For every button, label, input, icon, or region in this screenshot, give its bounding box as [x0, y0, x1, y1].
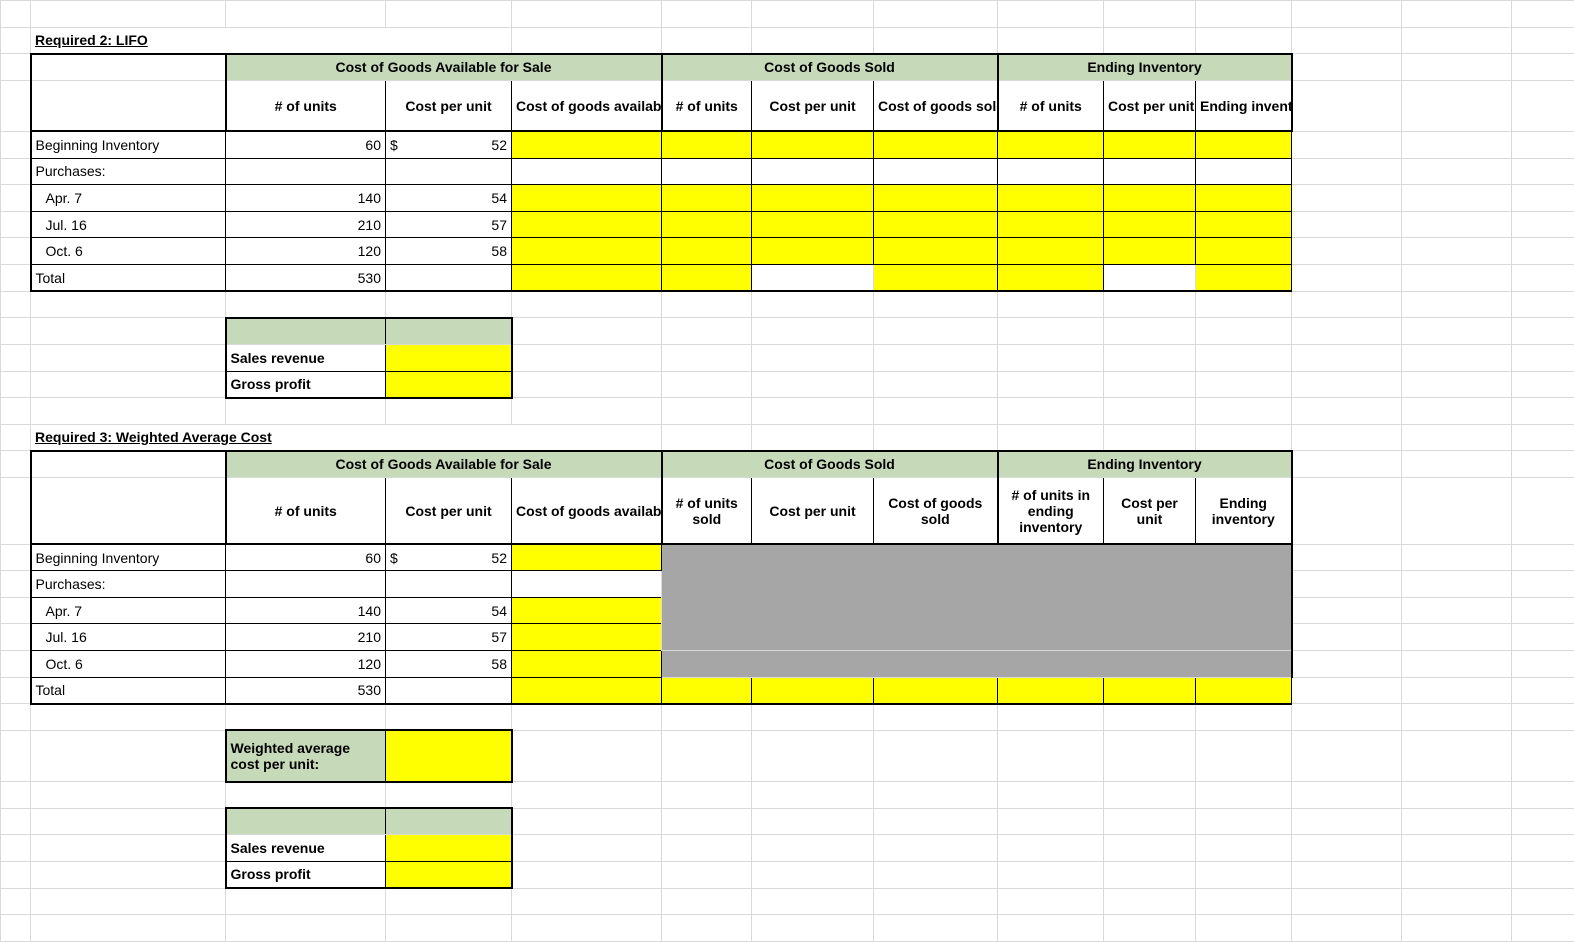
- grey-block: [662, 544, 1292, 651]
- sub-cpu: Cost per unit: [386, 80, 512, 131]
- row-begin-cogs-val[interactable]: [874, 131, 998, 158]
- sub3-cpu2: Cost per unit: [752, 478, 874, 545]
- row3-begin-units[interactable]: 60: [226, 544, 386, 571]
- sub-units2: # of units: [662, 80, 752, 131]
- wac-label: Weighted average cost per unit:: [226, 730, 386, 781]
- row-total-units[interactable]: 530: [226, 265, 386, 292]
- row-oct6-label: Oct. 6: [31, 238, 226, 265]
- row-apr7-units[interactable]: 140: [226, 185, 386, 212]
- sub-cpu3: Cost per unit: [1104, 80, 1196, 131]
- hdr-cogs: Cost of Goods Sold: [662, 54, 998, 81]
- sub3-cogafs-val: Cost of goods available for sale: [512, 478, 662, 545]
- sub3-units-sold: # of units sold: [662, 478, 752, 545]
- wac-value[interactable]: [386, 730, 512, 781]
- row-begin-label: Beginning Inventory: [31, 131, 226, 158]
- sales-revenue-value-3[interactable]: [386, 835, 512, 862]
- gross-profit-label-3: Gross profit: [226, 861, 386, 888]
- gross-profit-label: Gross profit: [226, 371, 386, 398]
- row-oct6-units[interactable]: 120: [226, 238, 386, 265]
- hdr3-cogafs: Cost of Goods Available for Sale: [226, 451, 662, 478]
- hdr-cogafs: Cost of Goods Available for Sale: [226, 54, 662, 81]
- row3-purch-label: Purchases:: [31, 571, 226, 598]
- hdr3-cogs: Cost of Goods Sold: [662, 451, 998, 478]
- revbox-hdr2: [386, 318, 512, 345]
- hdr3-ei: Ending Inventory: [998, 451, 1292, 478]
- sub-cogafs-val: Cost of goods available for sale: [512, 80, 662, 131]
- row-begin-cogs-cpu[interactable]: [752, 131, 874, 158]
- row-begin-ei-val[interactable]: [1196, 131, 1292, 158]
- row-begin-cogs-units[interactable]: [662, 131, 752, 158]
- gross-profit-value-3[interactable]: [386, 861, 512, 888]
- row3-total-label: Total: [31, 677, 226, 704]
- sub-cpu2: Cost per unit: [752, 80, 874, 131]
- section-title-lifo: Required 2: LIFO: [31, 27, 512, 54]
- row3-begin-cpu[interactable]: $52: [386, 544, 512, 571]
- spreadsheet-grid[interactable]: Required 2: LIFO Cost of Goods Available…: [0, 0, 1574, 942]
- row-total-label: Total: [31, 265, 226, 292]
- sub3-cpu3: Cost per unit: [1104, 478, 1196, 545]
- sub3-units: # of units: [226, 478, 386, 545]
- sales-revenue-value[interactable]: [386, 344, 512, 371]
- row-begin-ei-units[interactable]: [998, 131, 1104, 158]
- sales-revenue-label-3: Sales revenue: [226, 835, 386, 862]
- row-begin-ei-cpu[interactable]: [1104, 131, 1196, 158]
- row3-oct6-label: Oct. 6: [31, 651, 226, 678]
- sub3-ei-val: Ending inventory: [1196, 478, 1292, 545]
- sub-units3: # of units: [998, 80, 1104, 131]
- row-purchases-label: Purchases:: [31, 158, 226, 185]
- sub3-units-ei: # of units in ending inventory: [998, 478, 1104, 545]
- sub-ei-val: Ending inventory: [1196, 80, 1292, 131]
- row-begin-units[interactable]: 60: [226, 131, 386, 158]
- row-jul16-cpu[interactable]: 57: [386, 211, 512, 238]
- row-oct6-cpu[interactable]: 58: [386, 238, 512, 265]
- row-apr7-cpu[interactable]: 54: [386, 185, 512, 212]
- sub-cogs-val: Cost of goods sold: [874, 80, 998, 131]
- hdr-ei: Ending Inventory: [998, 54, 1292, 81]
- sub3-cogs-val: Cost of goods sold: [874, 478, 998, 545]
- section-title-wac: Required 3: Weighted Average Cost: [31, 424, 662, 451]
- row-apr7-label: Apr. 7: [31, 185, 226, 212]
- row-jul16-label: Jul. 16: [31, 211, 226, 238]
- sub-units: # of units: [226, 80, 386, 131]
- sales-revenue-label: Sales revenue: [226, 344, 386, 371]
- row-begin-cpu[interactable]: $52: [386, 131, 512, 158]
- row-jul16-units[interactable]: 210: [226, 211, 386, 238]
- gross-profit-value[interactable]: [386, 371, 512, 398]
- row-begin-cogafs[interactable]: [512, 131, 662, 158]
- row3-jul16-label: Jul. 16: [31, 624, 226, 651]
- row3-apr7-label: Apr. 7: [31, 597, 226, 624]
- revbox-hdr1: [226, 318, 386, 345]
- row3-begin-label: Beginning Inventory: [31, 544, 226, 571]
- sub3-cpu: Cost per unit: [386, 478, 512, 545]
